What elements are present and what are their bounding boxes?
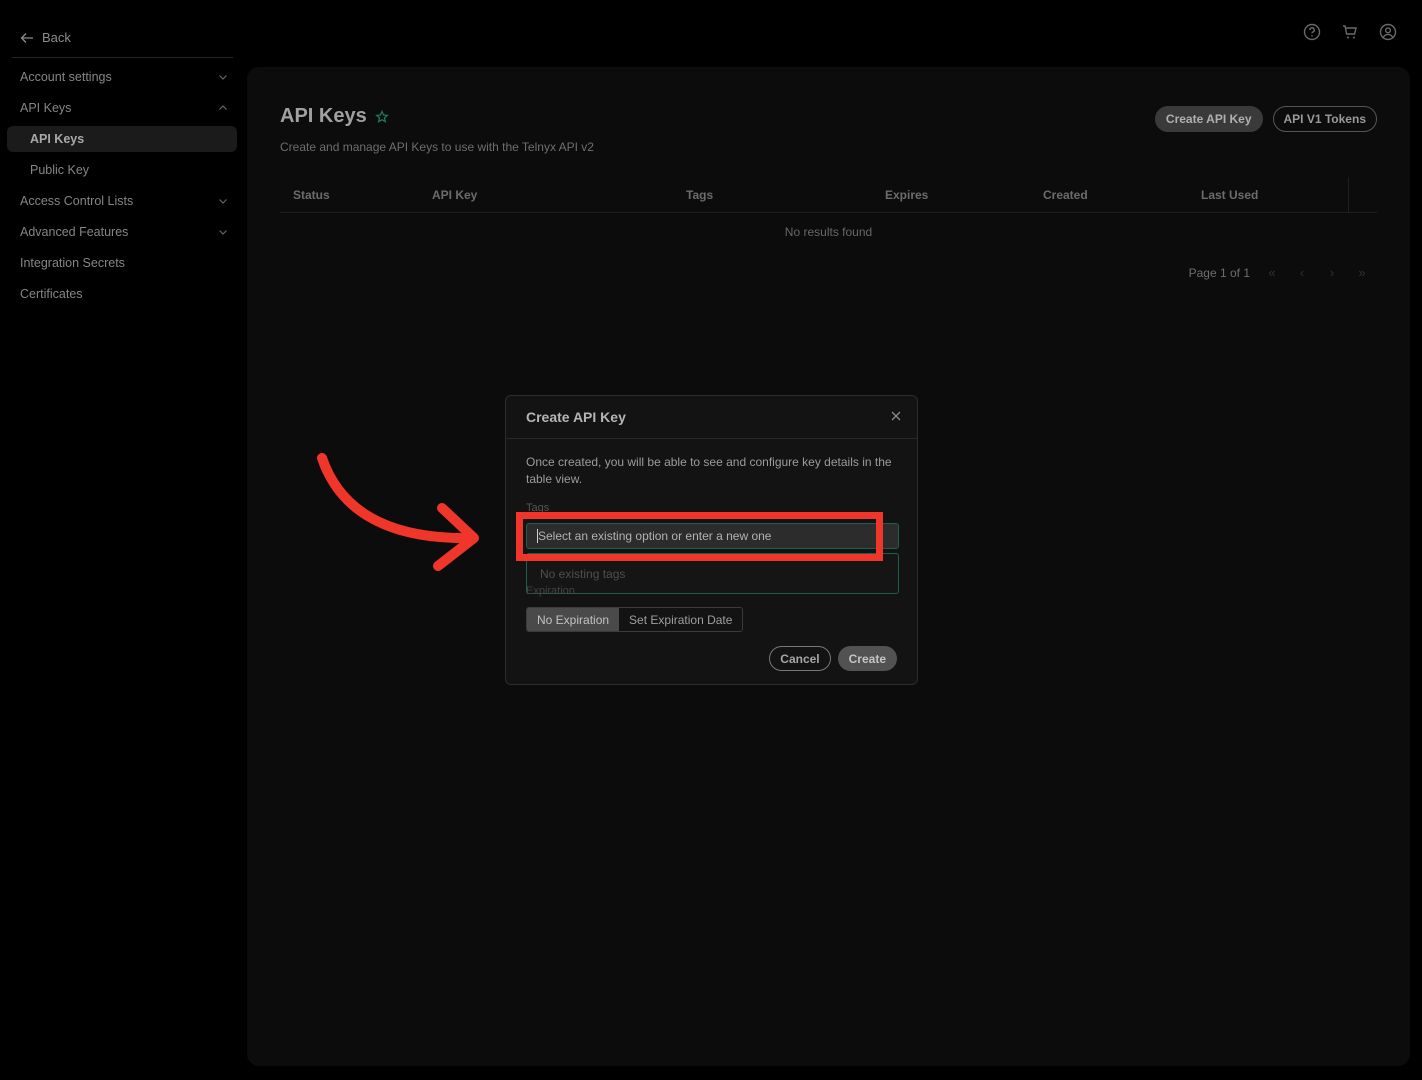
sidebar-item-label: API Keys [20,101,72,115]
header-actions: Create API Key API V1 Tokens [1154,106,1377,132]
sidebar-item-api-keys-group[interactable]: API Keys [20,97,228,119]
expiration-toggle: No Expiration Set Expiration Date [526,607,744,632]
first-page-icon[interactable]: « [1264,265,1280,280]
sidebar-divider [12,57,233,58]
modal-actions: Cancel Create [769,646,897,671]
next-page-icon[interactable]: › [1324,265,1340,280]
sidebar-item-label: Certificates [20,287,83,301]
column-header-status[interactable]: Status [293,188,330,202]
sidebar-item-label: Advanced Features [20,225,129,239]
sidebar-item-access-control-lists[interactable]: Access Control Lists [20,190,228,212]
account-icon[interactable] [1378,22,1398,42]
cart-icon[interactable] [1340,22,1360,42]
sidebar-item-label: Public Key [30,163,90,177]
column-header-expires[interactable]: Expires [885,188,928,202]
back-label: Back [42,30,71,45]
column-header-last-used[interactable]: Last Used [1201,188,1258,202]
api-v1-tokens-button[interactable]: API V1 Tokens [1272,106,1377,132]
highlight-box [516,512,883,561]
column-header-api-key[interactable]: API Key [432,188,477,202]
page-subtitle: Create and manage API Keys to use with t… [280,140,594,154]
sidebar: Back Account settings API Keys API Keys … [0,0,240,1080]
modal-title: Create API Key [526,409,626,425]
sidebar-item-label: Account settings [20,70,112,84]
column-divider [1348,177,1349,213]
back-link[interactable]: Back [20,30,71,45]
arrow-left-icon [20,32,33,43]
modal-description: Once created, you will be able to see an… [526,455,892,486]
empty-state: No results found [784,225,873,239]
no-expiration-option[interactable]: No Expiration [527,608,620,631]
star-icon[interactable] [374,109,389,124]
sidebar-item-advanced-features[interactable]: Advanced Features [20,221,228,243]
sidebar-item-public-key[interactable]: Public Key [30,159,228,181]
prev-page-icon[interactable]: ‹ [1294,265,1310,280]
cancel-button[interactable]: Cancel [769,646,831,671]
column-header-created[interactable]: Created [1043,188,1088,202]
sidebar-item-account-settings[interactable]: Account settings [20,66,228,88]
chevron-down-icon [219,75,227,80]
chevron-down-icon [219,199,227,204]
page-title: API Keys [280,105,367,127]
chevron-up-icon [219,105,227,110]
sidebar-item-api-keys[interactable]: API Keys [7,126,237,152]
sidebar-item-label: API Keys [30,132,85,146]
header-icons [1302,22,1398,42]
sidebar-item-integration-secrets[interactable]: Integration Secrets [20,252,228,274]
help-icon[interactable] [1302,22,1322,42]
chevron-down-icon [219,230,227,235]
title-row: API Keys [280,105,389,128]
page-indicator: Page 1 of 1 [1188,265,1250,280]
create-button[interactable]: Create [837,646,897,671]
sidebar-item-label: Integration Secrets [20,256,125,270]
sidebar-item-certificates[interactable]: Certificates [20,283,228,305]
last-page-icon[interactable]: » [1354,265,1370,280]
annotation-arrow-icon [317,453,479,571]
close-icon[interactable] [889,409,903,423]
modal-divider [506,438,917,439]
column-header-tags[interactable]: Tags [686,188,713,202]
table-header: Status API Key Tags Expires Created Last… [280,177,1377,213]
expiration-label: Expiration [526,585,575,597]
pagination: Page 1 of 1 « ‹ › » [1189,265,1370,280]
create-api-key-button[interactable]: Create API Key [1154,106,1263,132]
set-expiration-date-option[interactable]: Set Expiration Date [619,608,742,631]
sidebar-item-label: Access Control Lists [20,194,134,208]
tags-empty-text: No existing tags [540,567,626,581]
